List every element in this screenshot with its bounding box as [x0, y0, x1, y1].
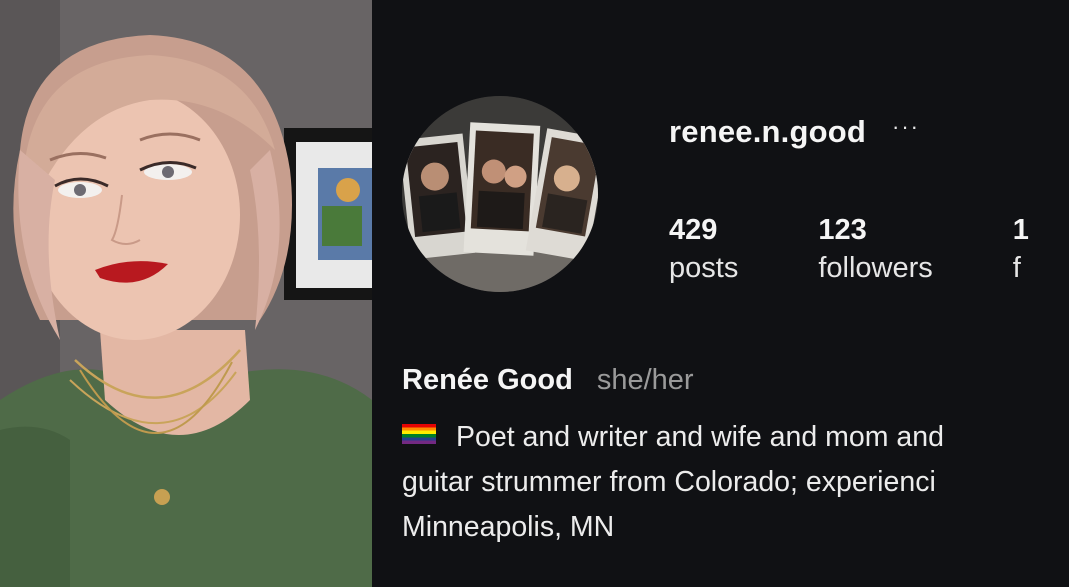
name-row: Renée Good she/her [402, 364, 1069, 397]
stat-posts-label: posts [669, 252, 739, 284]
stat-followers-label: followers [818, 252, 933, 284]
profile-username: renee.n.good [669, 114, 867, 149]
bio-line: guitar strummer from Colorado; experienc… [402, 466, 936, 498]
avatar-illustration [402, 96, 598, 292]
portrait-photo [0, 0, 372, 587]
screenshot-frame: renee.n.good ··· 429 posts 123 followers… [0, 0, 1069, 587]
portrait-illustration [0, 0, 372, 587]
stat-posts[interactable]: 429 posts [669, 212, 738, 288]
profile-bio: Renée Good she/her Poet and writer and w… [402, 364, 1069, 550]
bio-line: Poet and writer and wife and mom and [402, 415, 1069, 460]
username-row: renee.n.good ··· [669, 114, 920, 150]
bio-line: Minneapolis, MN [402, 511, 615, 543]
stat-posts-value: 429 [669, 214, 718, 246]
profile-stats: 429 posts 123 followers 1 f [669, 212, 1029, 288]
stat-followers-value: 123 [818, 214, 867, 246]
profile-panel: renee.n.good ··· 429 posts 123 followers… [372, 0, 1069, 587]
stat-following[interactable]: 1 f [1013, 212, 1029, 288]
stat-followers[interactable]: 123 followers [818, 212, 932, 288]
pronouns: she/her [596, 364, 694, 396]
display-name: Renée Good [402, 364, 573, 396]
stat-following-value: 1 [1012, 214, 1029, 246]
stat-following-label: f [1012, 252, 1021, 284]
profile-avatar[interactable] [402, 96, 598, 292]
rainbow-flag-icon [402, 424, 436, 444]
bio-line-1: Poet and writer and wife and mom and [456, 421, 944, 453]
more-horizontal-icon[interactable]: ··· [892, 114, 920, 140]
bio-text: Poet and writer and wife and mom and gui… [402, 415, 1069, 550]
